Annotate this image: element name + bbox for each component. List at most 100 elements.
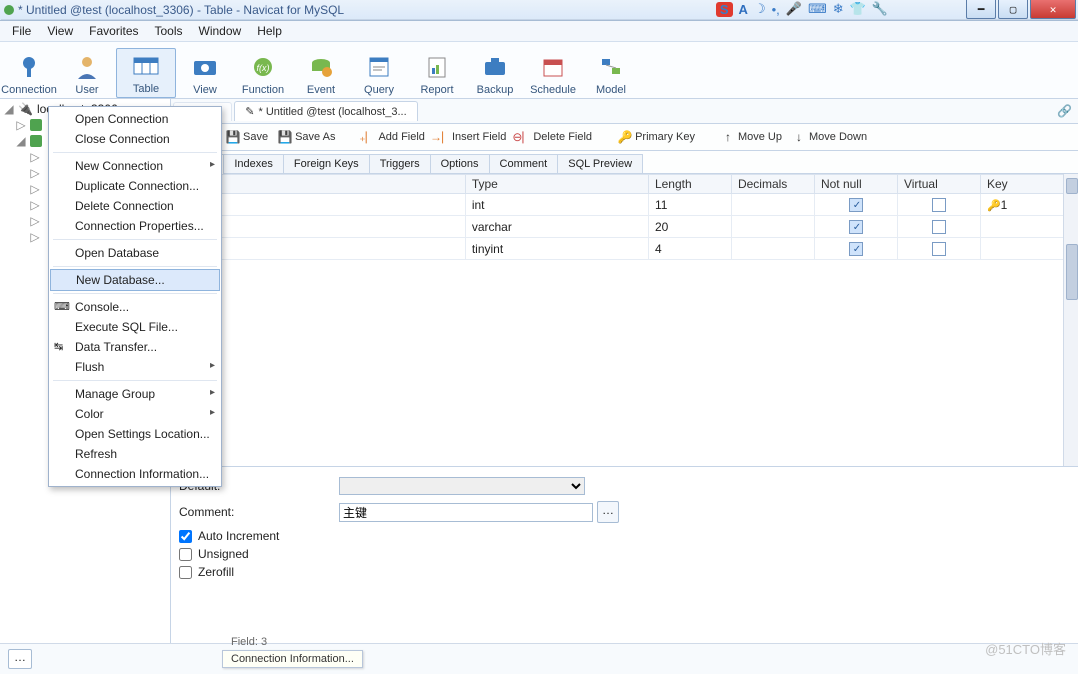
checkbox-virtual[interactable] (932, 220, 946, 234)
checkbox-notnull[interactable] (849, 198, 863, 212)
ctx-open-settings-location[interactable]: Open Settings Location... (49, 424, 221, 444)
ctx-flush[interactable]: Flush (49, 357, 221, 377)
tab-options[interactable]: Options (430, 154, 490, 174)
default-select[interactable] (339, 477, 585, 495)
tab-triggers[interactable]: Triggers (369, 154, 431, 174)
save-button[interactable]: 💾Save (226, 130, 268, 144)
ctx-delete-connection[interactable]: Delete Connection (49, 196, 221, 216)
tool-user[interactable]: User (58, 50, 116, 98)
mic-icon[interactable]: 🎤 (786, 1, 802, 17)
designer-tabs: Fields Indexes Foreign Keys Triggers Opt… (171, 151, 1078, 174)
tool-event[interactable]: Event (292, 50, 350, 98)
checkbox-virtual[interactable] (932, 242, 946, 256)
menu-favorites[interactable]: Favorites (81, 22, 146, 40)
wrench-icon[interactable]: 🔧 (872, 1, 888, 17)
ctx-open-database[interactable]: Open Database (49, 243, 221, 263)
moon-icon[interactable]: ☽ (754, 1, 766, 17)
tool-schedule[interactable]: Schedule (524, 50, 582, 98)
delete-field-button[interactable]: ⊖⎸Delete Field (516, 130, 592, 144)
tool-function[interactable]: f(x) Function (234, 50, 292, 98)
fields-grid[interactable]: Name Type Length Decimals Not null Virtu… (171, 174, 1064, 260)
ctx-new-connection[interactable]: New Connection (49, 156, 221, 176)
tab-indexes[interactable]: Indexes (223, 154, 284, 174)
tab-comment[interactable]: Comment (489, 154, 559, 174)
ctx-data-transfer[interactable]: ↹Data Transfer... (49, 337, 221, 357)
window-controls: ━ ▢ ✕ (964, 0, 1076, 19)
tab-sql-preview[interactable]: SQL Preview (557, 154, 643, 174)
arrow-up-icon: ↑ (721, 130, 735, 144)
status-more-button[interactable]: … (8, 649, 32, 669)
tool-backup[interactable]: Backup (466, 50, 524, 98)
save-icon: 💾 (226, 130, 240, 144)
tool-query[interactable]: Query (350, 50, 408, 98)
add-field-button[interactable]: ₊⎸Add Field (361, 130, 424, 144)
menu-help[interactable]: Help (249, 22, 290, 40)
tool-view[interactable]: View (176, 50, 234, 98)
tool-model[interactable]: Model (582, 50, 640, 98)
document-tabs: Objects ✎ * Untitled @test (localhost_3.… (171, 99, 1078, 124)
comment-input[interactable] (339, 503, 593, 522)
ctx-color[interactable]: Color (49, 404, 221, 424)
ime-a-icon[interactable]: A (739, 2, 748, 17)
pencil-icon: ✎ (245, 105, 254, 118)
auto-increment-checkbox[interactable] (179, 530, 192, 543)
shirt-icon[interactable]: 👕 (850, 1, 866, 17)
move-down-button[interactable]: ↓Move Down (792, 130, 867, 144)
move-up-button[interactable]: ↑Move Up (721, 130, 782, 144)
tab-table-designer[interactable]: ✎ * Untitled @test (localhost_3... (234, 101, 417, 121)
menu-tools[interactable]: Tools (147, 22, 191, 40)
link-icon[interactable]: 🔗 (1057, 104, 1072, 118)
add-field-icon: ₊⎸ (361, 130, 375, 144)
status-bar: … Field: 3 Connection Information... @51… (0, 643, 1078, 674)
field-properties: Default: Comment: … Auto Increment Unsig… (171, 466, 1078, 653)
svg-text:f(x): f(x) (257, 63, 270, 73)
grid-row[interactable]: varchar 20 (172, 216, 1064, 238)
sogou-icon[interactable]: S (716, 2, 733, 17)
checkbox-virtual[interactable] (932, 198, 946, 212)
tool-connection[interactable]: Connection (0, 50, 58, 98)
minimize-button[interactable]: ━ (966, 0, 996, 19)
keyboard-icon[interactable]: ⌨ (808, 1, 827, 17)
ctx-duplicate-connection[interactable]: Duplicate Connection... (49, 176, 221, 196)
comment-more-button[interactable]: … (597, 501, 619, 523)
tool-table[interactable]: Table (116, 48, 176, 98)
ctx-refresh[interactable]: Refresh (49, 444, 221, 464)
tab-foreign-keys[interactable]: Foreign Keys (283, 154, 370, 174)
ctx-open-connection[interactable]: Open Connection (49, 109, 221, 129)
gear-icon[interactable]: ❄ (833, 1, 844, 17)
delete-field-icon: ⊖⎸ (516, 130, 530, 144)
save-as-icon: 💾 (278, 130, 292, 144)
app-icon (4, 5, 14, 15)
tool-report[interactable]: Report (408, 50, 466, 98)
primary-key-button[interactable]: 🔑Primary Key (618, 130, 695, 144)
key-icon: 🔑 (987, 200, 1001, 212)
connection-context-menu[interactable]: Open ConnectionClose Connection New Conne… (48, 106, 222, 487)
insert-field-button[interactable]: →⎸Insert Field (435, 130, 506, 144)
maximize-button[interactable]: ▢ (998, 0, 1028, 19)
menu-window[interactable]: Window (191, 22, 250, 40)
ctx-close-connection[interactable]: Close Connection (49, 129, 221, 149)
ctx-manage-group[interactable]: Manage Group (49, 384, 221, 404)
close-button[interactable]: ✕ (1030, 0, 1076, 19)
ctx-console[interactable]: ⌨Console... (49, 297, 221, 317)
database-icon (30, 119, 42, 131)
ctx-new-database[interactable]: New Database... (50, 269, 220, 291)
connection-icon: 🔌 (18, 102, 33, 116)
checkbox-notnull[interactable] (849, 220, 863, 234)
fields-grid-wrap: Name Type Length Decimals Not null Virtu… (171, 174, 1078, 466)
menu-view[interactable]: View (39, 22, 81, 40)
unsigned-checkbox[interactable] (179, 548, 192, 561)
ime-tray: S A ☽ •, 🎤 ⌨ ❄ 👕 🔧 (716, 1, 888, 17)
dot-icon[interactable]: •, (772, 2, 780, 17)
save-as-button[interactable]: 💾Save As (278, 130, 335, 144)
ctx-connection-properties[interactable]: Connection Properties... (49, 216, 221, 236)
menu-file[interactable]: File (4, 22, 39, 40)
grid-row[interactable]: tinyint 4 (172, 238, 1064, 260)
user-icon (58, 50, 116, 84)
grid-row[interactable]: int 11 🔑1 (172, 194, 1064, 216)
zerofill-checkbox[interactable] (179, 566, 192, 579)
vertical-scrollbar[interactable] (1063, 174, 1078, 466)
ctx-connection-information[interactable]: Connection Information... (49, 464, 221, 484)
checkbox-notnull[interactable] (849, 242, 863, 256)
ctx-execute-sql-file[interactable]: Execute SQL File... (49, 317, 221, 337)
